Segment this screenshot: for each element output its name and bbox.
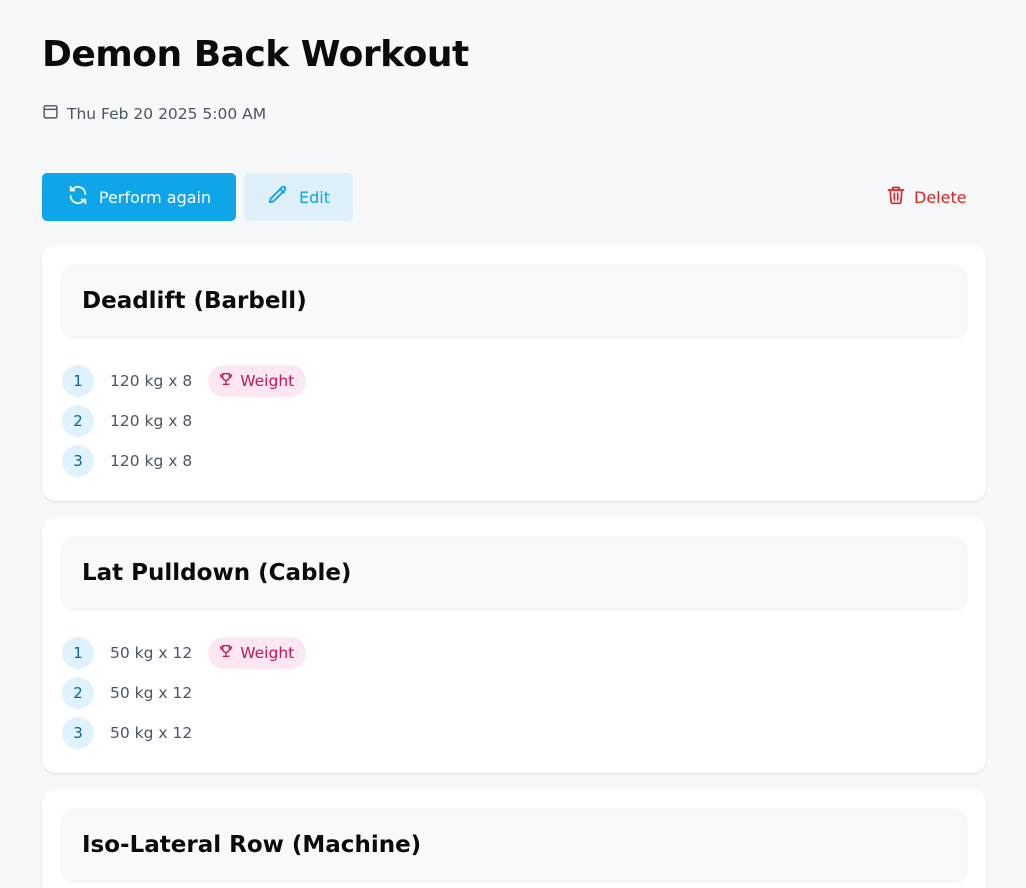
pr-badge-label: Weight <box>240 372 295 390</box>
set-value: 50 kg x 12 <box>110 644 193 662</box>
exercise-card: Iso-Lateral Row (Machine) <box>42 789 986 888</box>
workout-date: Thu Feb 20 2025 5:00 AM <box>42 103 266 124</box>
set-value: 120 kg x 8 <box>110 412 193 430</box>
exercise-title[interactable]: Iso-Lateral Row (Machine) <box>62 809 966 881</box>
exercise-title[interactable]: Deadlift (Barbell) <box>62 265 966 337</box>
edit-button[interactable]: Edit <box>244 173 353 221</box>
workout-detail-page: Demon Back Workout Thu Feb 20 2025 5:00 … <box>0 0 1026 888</box>
perform-again-button[interactable]: Perform again <box>42 173 236 221</box>
exercise-title[interactable]: Lat Pulldown (Cable) <box>62 537 966 609</box>
trophy-icon <box>218 371 234 391</box>
exercise-card: Lat Pulldown (Cable) 1 50 kg x 12 Weight… <box>42 517 986 773</box>
set-number: 1 <box>62 365 94 397</box>
pr-badge-label: Weight <box>240 644 295 662</box>
workout-date-text: Thu Feb 20 2025 5:00 AM <box>67 104 267 123</box>
set-value: 120 kg x 8 <box>110 452 193 470</box>
set-row: 3 50 kg x 12 <box>62 713 306 753</box>
set-value: 50 kg x 12 <box>110 724 193 742</box>
page-title: Demon Back Workout <box>42 34 469 75</box>
set-list: 1 50 kg x 12 Weight 2 50 kg x 12 3 50 kg… <box>62 633 307 753</box>
set-number: 2 <box>62 677 94 709</box>
set-row: 3 120 kg x 8 <box>62 441 306 481</box>
trophy-icon <box>218 643 234 663</box>
pencil-icon <box>267 184 289 210</box>
set-list: 1 120 kg x 8 Weight 2 120 kg x 8 3 120 k… <box>62 361 307 481</box>
set-value: 50 kg x 12 <box>110 684 193 702</box>
delete-button[interactable]: Delete <box>878 173 986 221</box>
set-number: 3 <box>62 717 94 749</box>
delete-label: Delete <box>914 187 967 207</box>
action-bar: Perform again Edit Delete <box>42 173 986 221</box>
set-number: 1 <box>62 637 94 669</box>
refresh-icon <box>67 184 89 210</box>
pr-badge: Weight <box>208 637 307 669</box>
calendar-icon <box>42 103 59 124</box>
perform-again-label: Perform again <box>98 187 212 207</box>
set-number: 3 <box>62 445 94 477</box>
set-number: 2 <box>62 405 94 437</box>
trash-icon <box>886 185 906 209</box>
set-value: 120 kg x 8 <box>110 372 193 390</box>
pr-badge: Weight <box>208 365 307 397</box>
exercise-card: Deadlift (Barbell) 1 120 kg x 8 Weight 2… <box>42 245 986 501</box>
set-row: 2 120 kg x 8 <box>62 401 306 441</box>
set-row: 1 50 kg x 12 Weight <box>62 633 307 673</box>
set-row: 1 120 kg x 8 Weight <box>62 361 307 401</box>
edit-label: Edit <box>299 187 330 207</box>
set-row: 2 50 kg x 12 <box>62 673 306 713</box>
